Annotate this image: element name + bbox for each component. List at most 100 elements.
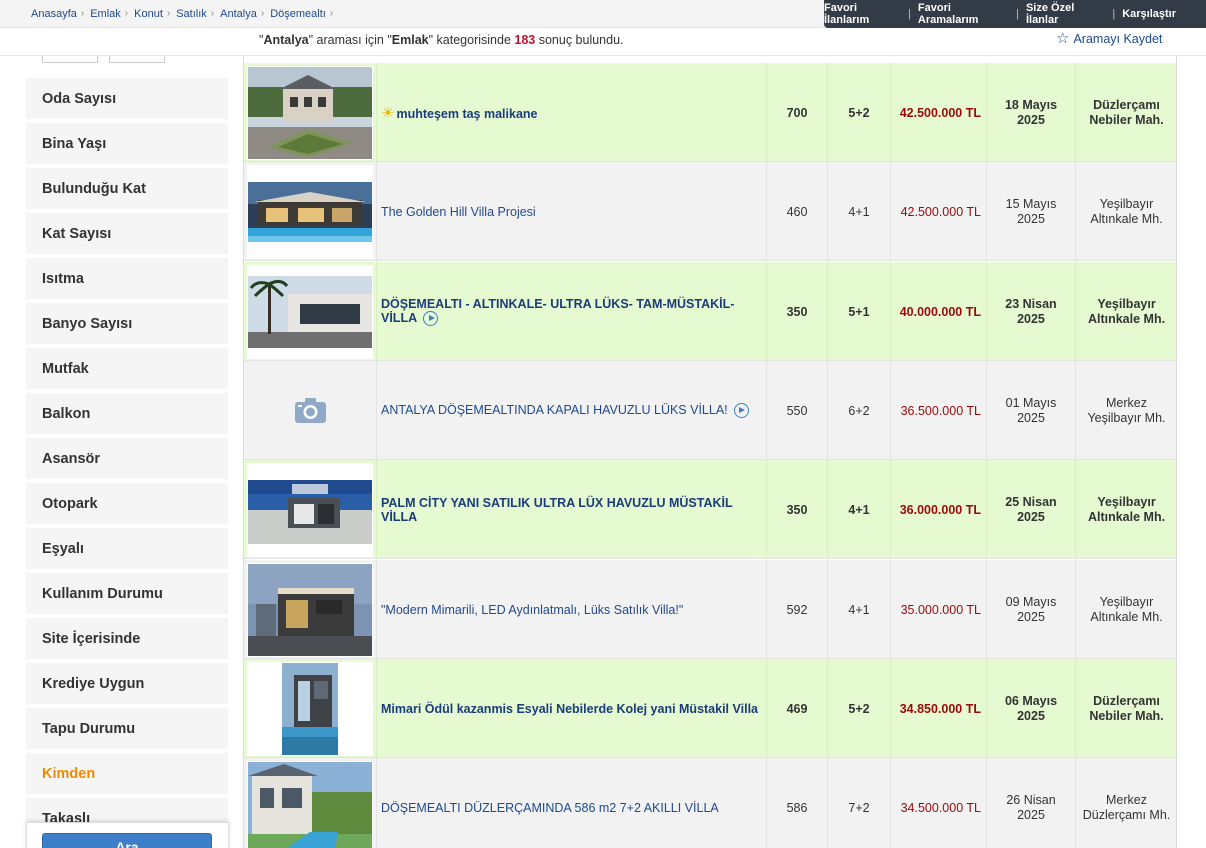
location-cell: Yeşilbayır Altınkale Mh. — [1087, 296, 1166, 326]
listing-thumbnail[interactable] — [247, 661, 373, 756]
nav-special-listings[interactable]: Size Özel İlanlar — [1026, 2, 1105, 26]
m2-cell: 586 — [767, 758, 828, 848]
breadcrumb-antalya[interactable]: Antalya — [220, 8, 257, 20]
filter-9[interactable]: Otopark — [26, 483, 228, 526]
price-cell: 42.500.000 TL — [891, 63, 987, 162]
nav-favorite-listings[interactable]: Favori İlanlarım — [824, 2, 901, 26]
breadcrumb-dosemealti[interactable]: Döşemealtı — [270, 8, 326, 20]
listing-title-link[interactable]: PALM CİTY YANI SATILIK ULTRA LÜX HAVUZLU… — [381, 496, 732, 524]
filter-11[interactable]: Kullanım Durumu — [26, 573, 228, 616]
listing-title-link[interactable]: DÖŞEMEALTI DÜZLERÇAMINDA 586 m2 7+2 AKIL… — [381, 801, 719, 815]
listing-row[interactable]: ☀ muhteşem taş malikane 700 5+2 42.500.00… — [244, 63, 1176, 162]
m2-cell: 700 — [767, 63, 828, 162]
listing-title-link[interactable]: muhteşem taş malikane — [396, 107, 537, 121]
filter-1[interactable]: Bina Yaşı — [26, 123, 228, 166]
breadcrumb-satilik[interactable]: Satılık — [176, 8, 207, 20]
listing-thumbnail[interactable] — [247, 462, 373, 557]
nav-compare[interactable]: Karşılaştır — [1122, 8, 1176, 20]
thumbnail-cell — [244, 460, 377, 559]
chevron-right-icon: › — [260, 8, 265, 19]
thumbnail-cell — [244, 361, 377, 460]
video-play-icon — [423, 311, 439, 327]
filter-15[interactable]: Kimden — [26, 753, 228, 796]
price-cell: 36.500.000 TL — [891, 361, 987, 460]
breadcrumb-emlak[interactable]: Emlak — [90, 8, 121, 20]
filter-8[interactable]: Asansör — [26, 438, 228, 481]
price-cell: 42.500.000 TL — [891, 162, 987, 261]
listing-thumbnail[interactable] — [247, 760, 373, 848]
listing-title-link[interactable]: The Golden Hill Villa Projesi — [381, 205, 536, 219]
listing-row[interactable]: ANTALYA DÖŞEMEALTINDA KAPALI HAVUZLU LÜK… — [244, 361, 1176, 460]
breadcrumb: Anasayfa › Emlak › Konut › Satılık › Antalya… — [31, 8, 339, 20]
breadcrumb-konut[interactable]: Konut — [134, 8, 163, 20]
rooms-cell: 4+1 — [828, 460, 891, 559]
title-cell: PALM CİTY YANI SATILIK ULTRA LÜX HAVUZLU… — [377, 460, 767, 559]
camera-icon — [294, 398, 326, 423]
date-cell: 09 Mayıs 2025 — [987, 560, 1076, 659]
thumbnail-cell — [244, 758, 377, 848]
filter-7[interactable]: Balkon — [26, 393, 228, 436]
filter-5[interactable]: Banyo Sayısı — [26, 303, 228, 346]
price-cell: 35.000.000 TL — [891, 560, 987, 659]
listing-title-link[interactable]: ANTALYA DÖŞEMEALTINDA KAPALI HAVUZLU LÜK… — [381, 403, 728, 417]
filter-0[interactable]: Oda Sayısı — [26, 78, 228, 121]
result-summary: "Antalya" araması için "Emlak" kategoris… — [259, 33, 624, 47]
range-min-input[interactable] — [42, 56, 98, 63]
filter-sidebar: Oda Sayısı Bina Yaşı Bulunduğu Kat Kat Sayı… — [26, 56, 228, 848]
location-cell: Düzlerçamı Nebiler Mah. — [1089, 693, 1164, 723]
filter-2[interactable]: Bulunduğu Kat — [26, 168, 228, 211]
filter-3[interactable]: Kat Sayısı — [26, 213, 228, 256]
search-button[interactable]: Ara — [42, 833, 212, 848]
m2-cell: 350 — [767, 262, 828, 361]
title-cell: DÖŞEMEALTI DÜZLERÇAMINDA 586 m2 7+2 AKIL… — [377, 758, 767, 848]
listing-thumbnail[interactable] — [247, 264, 373, 359]
m2-cell: 350 — [767, 460, 828, 559]
listing-row[interactable]: PALM CİTY YANI SATILIK ULTRA LÜX HAVUZLU… — [244, 460, 1176, 559]
rooms-cell: 4+1 — [828, 560, 891, 659]
price-cell: 36.000.000 TL — [891, 460, 987, 559]
location-cell: Merkez Düzlerçamı Mh. — [1082, 792, 1171, 822]
nav-favorite-searches[interactable]: Favori Aramalarım — [918, 2, 1009, 26]
filter-10[interactable]: Eşyalı — [26, 528, 228, 571]
listing-thumbnail[interactable] — [247, 164, 373, 259]
save-search-link[interactable]: ☆ Aramayı Kaydet — [1056, 30, 1162, 47]
filter-12[interactable]: Site İçerisinde — [26, 618, 228, 661]
thumbnail-cell — [244, 162, 377, 261]
m2-cell: 592 — [767, 560, 828, 659]
chevron-right-icon: › — [210, 8, 215, 19]
listing-thumbnail[interactable] — [247, 562, 373, 657]
rooms-cell: 5+1 — [828, 262, 891, 361]
title-cell: Mimari Ödül kazanmis Esyali Nebilerde Ko… — [377, 659, 767, 758]
listing-title-link[interactable]: Mimari Ödül kazanmis Esyali Nebilerde Ko… — [381, 702, 758, 716]
chevron-right-icon: › — [80, 8, 85, 19]
listing-row[interactable]: Mimari Ödül kazanmis Esyali Nebilerde Ko… — [244, 659, 1176, 758]
user-nav: Favori İlanlarım | Favori Aramalarım | Siz… — [824, 0, 1206, 28]
price-cell: 34.500.000 TL — [891, 758, 987, 848]
filter-4[interactable]: Isıtma — [26, 258, 228, 301]
filter-6[interactable]: Mutfak — [26, 348, 228, 391]
rooms-cell: 6+2 — [828, 361, 891, 460]
chevron-right-icon: › — [124, 8, 129, 19]
listing-row[interactable]: DÖŞEMEALTI - ALTINKALE- ULTRA LÜKS- TAM-… — [244, 262, 1176, 361]
listing-row[interactable]: The Golden Hill Villa Projesi 460 4+1 42… — [244, 162, 1176, 261]
m2-cell: 469 — [767, 659, 828, 758]
title-cell: The Golden Hill Villa Projesi — [377, 162, 767, 261]
listing-row[interactable]: "Modern Mimarili, LED Aydınlatmalı, Lüks… — [244, 560, 1176, 659]
m2-cell: 550 — [767, 361, 828, 460]
breadcrumb-home[interactable]: Anasayfa — [31, 8, 77, 20]
listing-thumbnail[interactable] — [247, 65, 373, 160]
date-cell: 01 Mayıs 2025 — [987, 361, 1076, 460]
star-icon: ☆ — [1056, 30, 1070, 47]
price-cell: 34.850.000 TL — [891, 659, 987, 758]
listing-title-link[interactable]: "Modern Mimarili, LED Aydınlatmalı, Lüks… — [381, 603, 683, 617]
location-cell: Yeşilbayır Altınkale Mh. — [1090, 594, 1163, 624]
m2-cell: 460 — [767, 162, 828, 261]
filter-14[interactable]: Tapu Durumu — [26, 708, 228, 751]
filter-13[interactable]: Krediye Uygun — [26, 663, 228, 706]
date-cell: 18 Mayıs 2025 — [987, 63, 1076, 162]
date-cell: 15 Mayıs 2025 — [987, 162, 1076, 261]
video-play-icon — [733, 403, 749, 419]
listing-row[interactable]: DÖŞEMEALTI DÜZLERÇAMINDA 586 m2 7+2 AKIL… — [244, 758, 1176, 848]
price-cell: 40.000.000 TL — [891, 262, 987, 361]
range-max-input[interactable] — [109, 56, 165, 63]
